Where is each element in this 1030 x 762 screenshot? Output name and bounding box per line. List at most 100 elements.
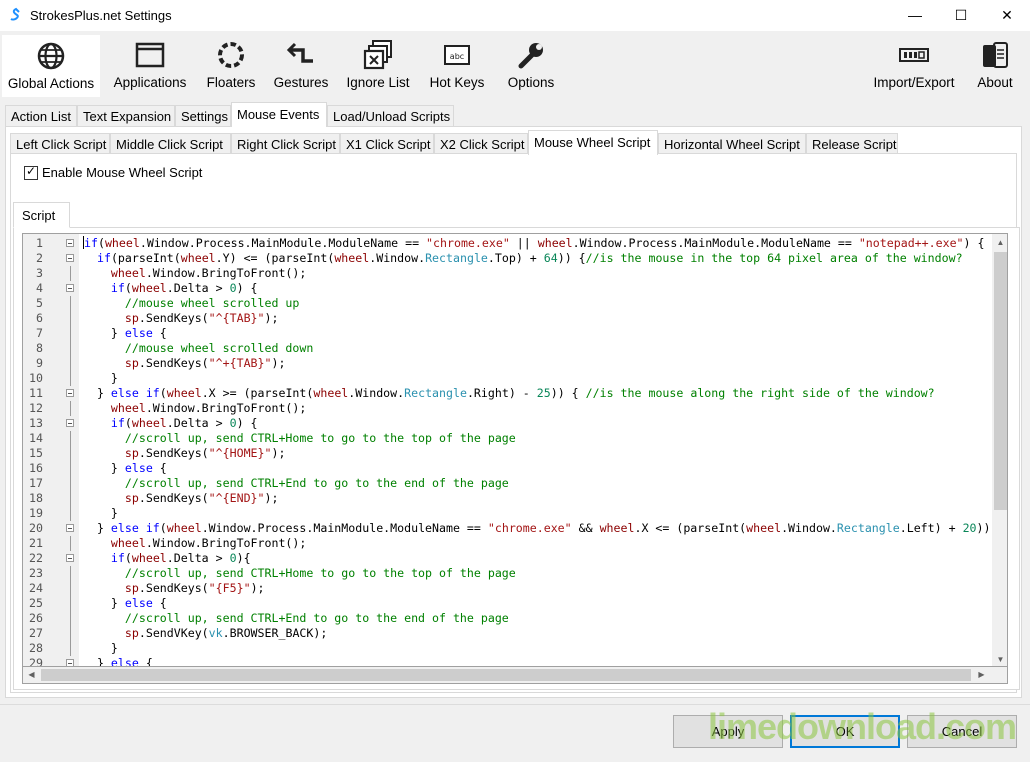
tab-x1-click-script[interactable]: X1 Click Script [340,133,434,154]
horizontal-scrollbar[interactable]: ◀ ▶ [22,667,1008,684]
code-text: sp.SendKeys("^{TAB}"); [124,311,279,325]
vertical-scroll-thumb[interactable] [994,252,1007,510]
line-number: 1 [36,236,43,250]
line-number: 3 [36,266,43,280]
fold-toggle-icon[interactable] [66,239,74,247]
tab-load-unload-scripts[interactable]: Load/Unload Scripts [327,105,454,126]
code-line: 23 //scroll up, send CTRL+Home to go to … [23,566,993,581]
horizontal-scroll-thumb[interactable] [41,669,971,681]
code-text: } [83,506,118,520]
toolbar-options-button[interactable]: Options [500,35,562,95]
window-title: StrokesPlus.net Settings [30,8,172,23]
ignore-windows-icon [363,40,392,70]
cancel-button[interactable]: Cancel [907,715,1017,748]
code-text: if(parseInt(wheel.Y) <= (parseInt(wheel.… [96,251,963,265]
app-logo-icon [10,7,20,21]
toolbar-label: Global Actions [7,76,95,91]
toolbar-floaters-button[interactable]: Floaters [201,35,261,95]
code-text: sp.SendKeys("^+{TAB}"); [124,356,286,370]
tab-mouse-events[interactable]: Mouse Events [231,102,327,127]
code-text: } else { [83,461,167,475]
line-number: 29 [29,656,43,667]
tab-release-script[interactable]: Release Script [806,133,898,154]
line-number: 26 [29,611,43,625]
ok-button[interactable]: OK [790,715,900,748]
line-number: 18 [29,491,43,505]
vertical-scrollbar[interactable]: ▲ ▼ [992,234,1007,666]
title-bar: StrokesPlus.net Settings — ☐ ✕ [0,0,1030,32]
minimize-button[interactable]: — [892,0,938,31]
apply-button[interactable]: Apply [673,715,783,748]
line-number: 27 [29,626,43,640]
code-text: } [83,641,118,655]
code-line: 22 if(wheel.Delta > 0){ [23,551,993,566]
line-number: 24 [29,581,43,595]
toolbar-label: Import/Export [873,75,955,90]
keyboard-key-icon: abc [444,45,470,65]
scroll-down-icon[interactable]: ▼ [992,651,1007,666]
enable-mouse-wheel-label[interactable]: Enable Mouse Wheel Script [42,165,202,180]
code-line: 7 } else { [23,326,993,341]
fold-toggle-icon[interactable] [66,524,74,532]
toolbar-import-export-button[interactable]: Import/Export [866,35,962,95]
tab-settings[interactable]: Settings [175,105,231,126]
code-line: 19 } [23,506,993,521]
line-number: 25 [29,596,43,610]
line-number: 17 [29,476,43,490]
fold-toggle-icon[interactable] [66,389,74,397]
code-text: sp.SendKeys("{F5}"); [124,581,265,595]
code-line: 9 sp.SendKeys("^+{TAB}"); [23,356,993,371]
svg-text:abc: abc [450,52,464,61]
line-number: 16 [29,461,43,475]
toolbar-label: Hot Keys [429,75,485,90]
fold-toggle-icon[interactable] [66,254,74,262]
code-text: } else { [83,596,167,610]
fold-toggle-icon[interactable] [66,419,74,427]
code-text: } else { [83,656,153,667]
code-text: wheel.Window.BringToFront(); [110,266,307,280]
toolbar-ignore-list-button[interactable]: Ignore List [342,35,414,95]
tab-left-click-script[interactable]: Left Click Script [10,133,110,154]
scroll-up-icon[interactable]: ▲ [992,234,1007,251]
line-number: 21 [29,536,43,550]
tab-right-click-script[interactable]: Right Click Script [231,133,340,154]
code-editor[interactable]: 1 if(wheel.Window.Process.MainModule.Modu… [22,233,1008,667]
checkmark-icon: ✓ [26,164,37,178]
globe-icon [37,42,65,70]
tab-script[interactable]: Script [13,202,70,228]
code-text: if(wheel.Delta > 0){ [110,551,251,565]
tab-mouse-wheel-script[interactable]: Mouse Wheel Script [528,130,658,155]
enable-mouse-wheel-checkbox[interactable]: ✓ [24,164,38,180]
toolbar-hot-keys-button[interactable]: abc Hot Keys [425,35,489,95]
fold-toggle-icon[interactable] [66,554,74,562]
code-line: 26 //scroll up, send CTRL+End to go to t… [23,611,993,626]
toolbar-applications-button[interactable]: Applications [108,35,192,95]
tab-action-list[interactable]: Action List [5,105,77,126]
line-number: 12 [29,401,43,415]
toolbar-global-actions-button[interactable]: Global Actions [2,35,100,97]
code-text: //scroll up, send CTRL+End to go to the … [124,611,509,625]
about-icon [983,42,1008,68]
line-number: 6 [36,311,43,325]
code-text: //mouse wheel scrolled up [124,296,300,310]
fold-toggle-icon[interactable] [66,659,74,666]
event-tab-bar: Left Click Script Middle Click Script Ri… [10,130,1017,155]
close-button[interactable]: ✕ [984,0,1030,31]
tab-text-expansion[interactable]: Text Expansion [77,105,175,126]
wrench-icon [518,43,543,69]
scroll-right-icon[interactable]: ▶ [973,667,990,683]
tab-x2-click-script[interactable]: X2 Click Script [434,133,528,154]
code-line: 29 } else { [23,656,993,667]
line-number: 14 [29,431,43,445]
scroll-left-icon[interactable]: ◀ [23,667,40,683]
toolbar-about-button[interactable]: About [972,35,1018,95]
code-line: 4 if(wheel.Delta > 0) { [23,281,993,296]
code-text: } else if(wheel.Window.Process.MainModul… [83,521,1005,535]
tab-middle-click-script[interactable]: Middle Click Script [110,133,231,154]
maximize-button[interactable]: ☐ [938,0,984,31]
tab-horizontal-wheel-script[interactable]: Horizontal Wheel Script [658,133,806,154]
fold-toggle-icon[interactable] [66,284,74,292]
code-text: //scroll up, send CTRL+Home to go to the… [124,566,516,580]
toolbar-gestures-button[interactable]: Gestures [270,35,332,95]
code-line: 15 sp.SendKeys("^{HOME}"); [23,446,993,461]
